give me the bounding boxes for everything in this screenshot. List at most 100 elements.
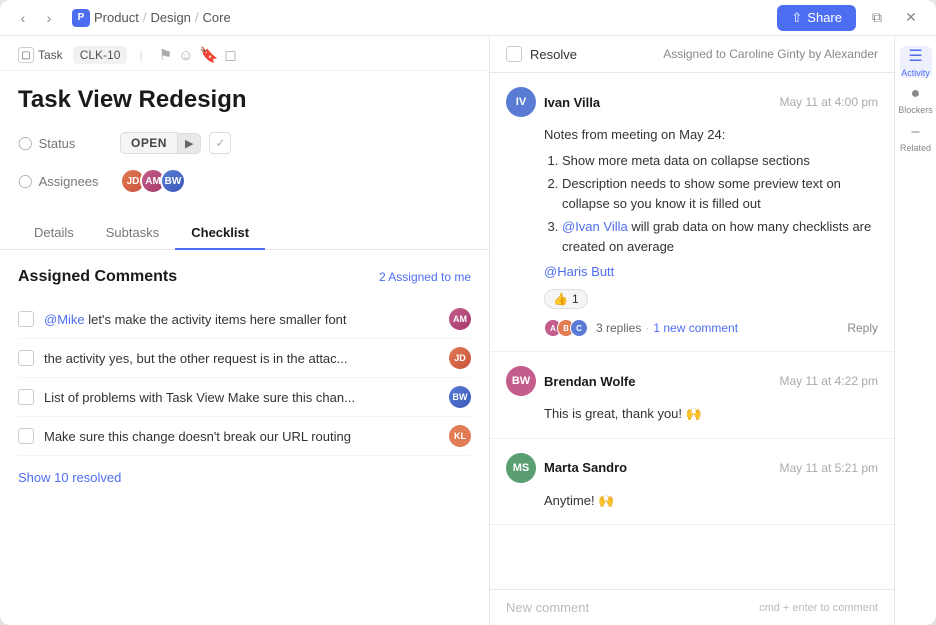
- activity-label: Activity: [901, 68, 930, 78]
- status-open-text[interactable]: OPEN: [120, 132, 178, 154]
- sidebar-activity-button[interactable]: ☰ Activity: [900, 46, 932, 78]
- comment-ivan-list: Show more meta data on collapse sections…: [544, 151, 878, 257]
- tag-icon[interactable]: 🔖: [200, 46, 219, 64]
- comment-ivan-date: May 11 at 4:00 pm: [780, 95, 879, 109]
- task-id: CLK-10: [73, 46, 128, 64]
- comment-brendan-avatar: BW: [506, 366, 536, 396]
- forward-button[interactable]: ›: [38, 7, 60, 29]
- comment-brendan: BW Brendan Wolfe May 11 at 4:22 pm This …: [490, 352, 894, 439]
- flag-icon[interactable]: ⚑: [159, 46, 172, 64]
- comment-marta-body: Anytime! 🙌: [544, 491, 878, 511]
- titlebar-right: ⇧ Share ⧉ ✕: [777, 5, 924, 31]
- checklist-item-2: the activity yes, but the other request …: [18, 339, 471, 378]
- checklist-text-4: Make sure this change doesn't break our …: [44, 429, 439, 444]
- app-window: ‹ › P Product / Design / Core ⇧ Share ⧉ …: [0, 0, 936, 625]
- assignee-avatar-3[interactable]: BW: [160, 168, 186, 194]
- toolbar-sep: |: [139, 48, 142, 63]
- right-sidebar: ☰ Activity ● Blockers ⎯ Related: [894, 36, 936, 625]
- comment-ivan-avatar: IV: [506, 87, 536, 117]
- item-avatar-4[interactable]: KL: [449, 425, 471, 447]
- comment-ivan-author: Ivan Villa: [544, 95, 600, 110]
- checklist-item-3: List of problems with Task View Make sur…: [18, 378, 471, 417]
- comment-ivan-list-1: Show more meta data on collapse sections: [562, 151, 878, 171]
- comments-list: IV Ivan Villa May 11 at 4:00 pm Notes fr…: [490, 73, 894, 589]
- checkbox-4[interactable]: [18, 428, 34, 444]
- show-resolved-button[interactable]: Show 10 resolved: [18, 470, 471, 493]
- assigned-badge[interactable]: 2 Assigned to me: [379, 270, 471, 284]
- reaction-count: 1: [572, 292, 579, 306]
- task-icon: ▢: [18, 47, 34, 63]
- back-button[interactable]: ‹: [12, 7, 34, 29]
- sidebar-related-button[interactable]: ⎯ Related: [900, 122, 932, 154]
- task-tabs: Details Subtasks Checklist: [0, 207, 489, 250]
- assignees: JD AM BW: [120, 168, 186, 194]
- breadcrumb-core[interactable]: Core: [203, 10, 231, 25]
- breadcrumb-design[interactable]: Design: [150, 10, 190, 25]
- resolve-meta: Assigned to Caroline Ginty by Alexander: [663, 47, 878, 61]
- comment-marta-header: MS Marta Sandro May 11 at 5:21 pm: [506, 453, 878, 483]
- checklist-text-1: @Mike let's make the activity items here…: [44, 312, 439, 327]
- app-icon: P: [72, 9, 90, 27]
- status-check-button[interactable]: ✓: [209, 132, 231, 154]
- checklist-text-3: List of problems with Task View Make sur…: [44, 390, 439, 405]
- task-meta: ◯ Status OPEN ▶ ✓ ◯ Assignees JD: [0, 125, 489, 201]
- toolbar-icons: ⚑ ☺ 🔖 ◻: [159, 46, 237, 64]
- sidebar-blockers-button[interactable]: ● Blockers: [900, 84, 932, 116]
- task-title: Task View Redesign: [0, 71, 489, 125]
- reaction-thumbs-up[interactable]: 👍 1: [544, 289, 588, 309]
- item-avatar-2[interactable]: JD: [449, 347, 471, 369]
- image-icon[interactable]: ◻: [224, 46, 236, 64]
- assignees-icon: ◯: [18, 173, 33, 189]
- resolve-left: Resolve: [506, 46, 577, 62]
- mention-mike: @Mike: [44, 312, 85, 327]
- status-dropdown-arrow[interactable]: ▶: [178, 133, 201, 154]
- blockers-label: Blockers: [898, 105, 933, 115]
- status-row: ◯ Status OPEN ▶ ✓: [18, 125, 471, 161]
- item-avatar-3[interactable]: BW: [449, 386, 471, 408]
- task-label: Task: [38, 48, 63, 62]
- dot-sep: ·: [645, 321, 649, 335]
- share-icon: ⇧: [791, 10, 802, 26]
- tab-checklist[interactable]: Checklist: [175, 217, 265, 250]
- checklist-item-1: @Mike let's make the activity items here…: [18, 300, 471, 339]
- breadcrumb-sep-1: /: [143, 10, 147, 25]
- section-title: Assigned Comments: [18, 268, 177, 286]
- breadcrumb: P Product / Design / Core: [72, 9, 231, 27]
- resolve-checkbox[interactable]: [506, 46, 522, 62]
- comment-ivan-list-3: @Ivan Villa will grab data on how many c…: [562, 217, 878, 256]
- status-badge: OPEN ▶ ✓: [120, 132, 231, 154]
- share-button[interactable]: ⇧ Share: [777, 5, 856, 31]
- status-label: ◯ Status: [18, 135, 108, 151]
- emoji-icon[interactable]: ☺: [178, 47, 193, 64]
- comment-ivan-reactions: 👍 1: [544, 289, 878, 309]
- checkbox-2[interactable]: [18, 350, 34, 366]
- comment-marta: MS Marta Sandro May 11 at 5:21 pm Anytim…: [490, 439, 894, 526]
- task-toolbar: ▢ Task CLK-10 | ⚑ ☺ 🔖 ◻: [0, 36, 489, 71]
- comment-marta-author: Marta Sandro: [544, 460, 627, 475]
- comment-ivan-tag[interactable]: @Haris Butt: [544, 264, 878, 279]
- left-panel: ▢ Task CLK-10 | ⚑ ☺ 🔖 ◻ Task View Redesi…: [0, 36, 490, 625]
- close-button[interactable]: ✕: [898, 5, 924, 31]
- checklist-item-4: Make sure this change doesn't break our …: [18, 417, 471, 456]
- titlebar: ‹ › P Product / Design / Core ⇧ Share ⧉ …: [0, 0, 936, 36]
- replies-count[interactable]: 3 replies: [596, 321, 641, 335]
- blockers-icon: ●: [911, 85, 921, 103]
- item-avatar-1[interactable]: AM: [449, 308, 471, 330]
- resize-button[interactable]: ⧉: [864, 5, 890, 31]
- tab-subtasks[interactable]: Subtasks: [90, 217, 175, 250]
- tab-details[interactable]: Details: [18, 217, 90, 250]
- reply-avatars: A B C: [544, 319, 588, 337]
- reply-button[interactable]: Reply: [847, 321, 878, 335]
- assignees-label-text: Assignees: [39, 174, 99, 189]
- checkbox-1[interactable]: [18, 311, 34, 327]
- breadcrumb-product[interactable]: Product: [94, 10, 139, 25]
- new-comment-link[interactable]: 1 new comment: [653, 321, 738, 335]
- status-label-text: Status: [39, 136, 76, 151]
- comment-ivan-footer: A B C 3 replies · 1 new comment Reply: [544, 319, 878, 337]
- right-panel: Resolve Assigned to Caroline Ginty by Al…: [490, 36, 936, 625]
- comment-input[interactable]: [506, 600, 759, 615]
- checkbox-3[interactable]: [18, 389, 34, 405]
- comment-ivan-intro: Notes from meeting on May 24:: [544, 127, 725, 142]
- reaction-emoji: 👍: [553, 292, 568, 306]
- nav-buttons: ‹ ›: [12, 7, 60, 29]
